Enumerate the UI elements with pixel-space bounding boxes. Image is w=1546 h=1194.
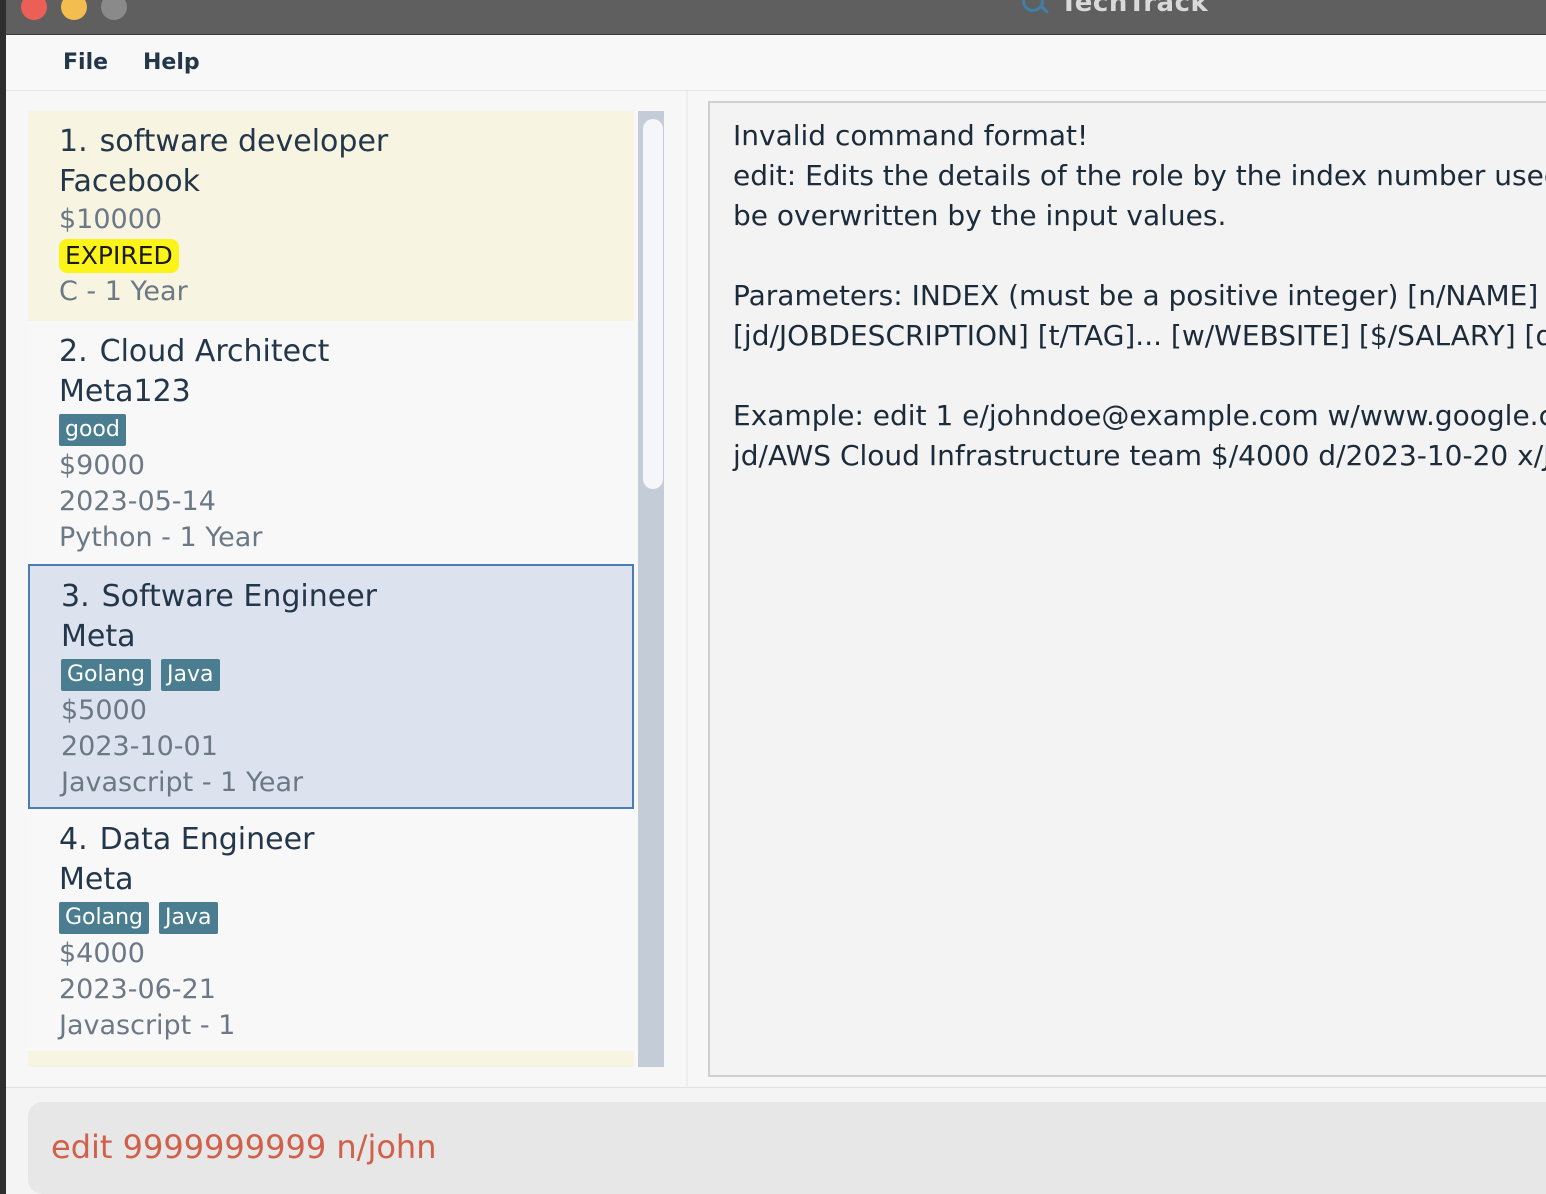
command-input-value: edit 9999999999 n/john (51, 1128, 437, 1166)
role-salary: $10000 (59, 204, 163, 235)
role-card[interactable]: 2. Cloud Architect Meta123 good $9000 202… (28, 321, 634, 564)
role-tag: Golang (61, 659, 152, 691)
role-index: 3. (61, 579, 90, 614)
result-line: be overwritten by the input values. (733, 199, 1227, 232)
role-list-panel[interactable]: 1. software developer Facebook $10000 EXP… (28, 111, 664, 1067)
role-tag: Java (159, 902, 218, 934)
role-deadline: 2023-05-14 (59, 486, 216, 517)
window-title: TechTrack (1060, 0, 1209, 18)
role-tag: Golang (59, 902, 150, 934)
command-input[interactable]: edit 9999999999 n/john (28, 1102, 1546, 1194)
role-name: Cloud Architect (99, 334, 330, 369)
role-experience: Javascript - 1 Year (61, 767, 304, 798)
role-card-title: 4. Data Engineer (59, 820, 634, 860)
role-name: software developer (99, 124, 389, 159)
result-line: [jd/JOBDESCRIPTION] [t/TAG]... [w/WEBSIT… (733, 319, 1546, 352)
expired-badge: EXPIRED (59, 239, 179, 273)
role-deadline: 2023-06-21 (59, 974, 216, 1005)
role-card[interactable] (28, 1051, 634, 1067)
role-experience: C - 1 Year (59, 276, 188, 307)
role-tags: Golang Java (61, 657, 632, 693)
role-salary: $4000 (59, 938, 145, 969)
role-company: Meta123 (59, 374, 191, 409)
role-list: 1. software developer Facebook $10000 EXP… (28, 111, 634, 1067)
command-bar: edit 9999999999 n/john (6, 1087, 1546, 1194)
role-card[interactable]: 1. software developer Facebook $10000 EXP… (28, 111, 634, 321)
result-line: Example: edit 1 e/johndoe@example.com w/… (733, 399, 1546, 432)
role-company: Meta (59, 862, 134, 897)
role-company: Facebook (59, 164, 200, 199)
app-logo-icon (1022, 0, 1044, 12)
role-index: 1. (59, 124, 88, 159)
role-tags: good (59, 412, 634, 448)
role-experience: Javascript - 1 (59, 1010, 236, 1041)
result-line: edit: Edits the details of the role by t… (733, 159, 1546, 192)
result-text: Invalid command format! edit: Edits the … (733, 116, 1546, 476)
list-scrollbar-thumb[interactable] (643, 119, 663, 489)
role-salary: $9000 (59, 450, 145, 481)
role-name: Software Engineer (101, 579, 378, 614)
role-card-title: 1. software developer (59, 122, 634, 162)
role-tags: Golang Java (59, 900, 634, 936)
role-index: 2. (59, 334, 88, 369)
app-window: TechTrack File Help 1. software developer… (6, 0, 1546, 1194)
result-display: Invalid command format! edit: Edits the … (708, 101, 1546, 1077)
result-line: Parameters: INDEX (must be a positive in… (733, 279, 1546, 312)
role-card-selected[interactable]: 3. Software Engineer Meta Golang Java $500… (28, 564, 634, 809)
role-card-title: 3. Software Engineer (61, 577, 632, 617)
role-deadline: 2023-10-01 (61, 731, 218, 762)
zoom-window-button[interactable] (101, 0, 127, 20)
role-company: Meta (61, 619, 136, 654)
role-tag: good (59, 414, 126, 446)
role-tag: Java (161, 659, 220, 691)
role-salary: $5000 (61, 695, 147, 726)
role-name: Data Engineer (99, 822, 315, 857)
menu-help[interactable]: Help (143, 50, 200, 75)
result-line: Invalid command format! (733, 119, 1089, 152)
result-line: jd/AWS Cloud Infrastructure team $/4000 … (733, 439, 1546, 472)
role-index: 4. (59, 822, 88, 857)
list-scrollbar[interactable] (638, 111, 664, 1067)
menu-file[interactable]: File (63, 50, 108, 75)
minimize-window-button[interactable] (61, 0, 87, 20)
panel-divider[interactable] (686, 91, 688, 1087)
close-window-button[interactable] (21, 0, 47, 20)
role-card-title: 2. Cloud Architect (59, 332, 634, 372)
role-card[interactable]: 4. Data Engineer Meta Golang Java $4000 20… (28, 809, 634, 1051)
role-experience: Python - 1 Year (59, 522, 263, 553)
menu-bar: File Help (6, 35, 1546, 91)
title-bar: TechTrack (6, 0, 1546, 35)
